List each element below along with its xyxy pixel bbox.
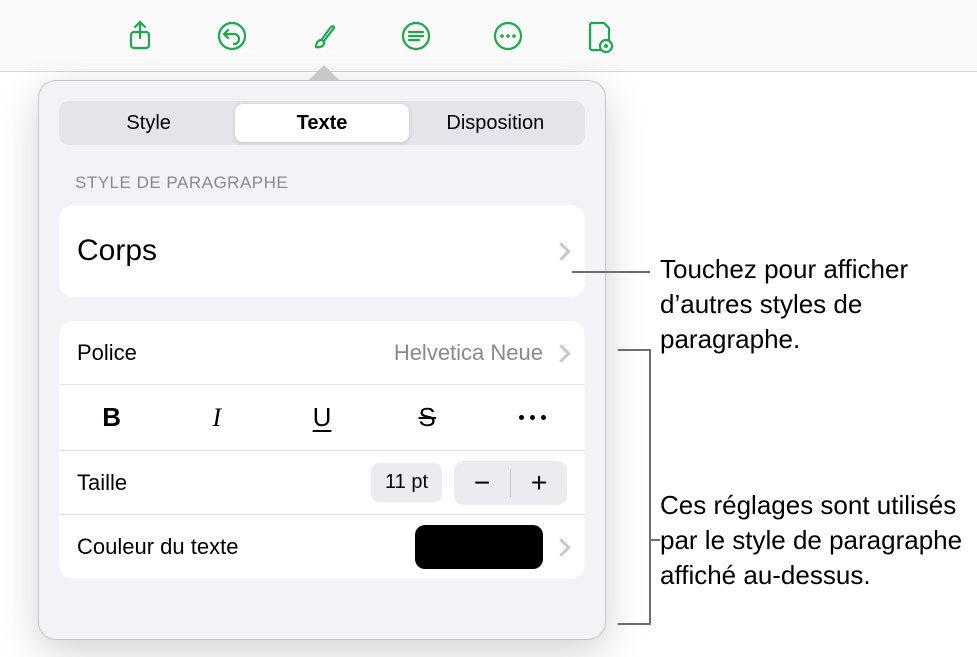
more-button[interactable] xyxy=(486,14,530,58)
size-value[interactable]: 11 pt xyxy=(371,463,442,502)
text-color-label: Couleur du texte xyxy=(77,534,238,560)
format-button[interactable] xyxy=(302,14,346,58)
popover-arrow xyxy=(310,66,338,80)
italic-button[interactable]: I xyxy=(164,385,269,450)
dot-icon xyxy=(519,415,524,420)
chevron-right-icon xyxy=(555,241,567,261)
share-button[interactable] xyxy=(118,14,162,58)
strikethrough-button[interactable]: S xyxy=(375,385,480,450)
top-toolbar xyxy=(0,0,977,72)
size-stepper: − + xyxy=(454,461,567,505)
more-text-options-button[interactable] xyxy=(480,385,585,450)
document-options-button[interactable] xyxy=(578,14,622,58)
tab-style[interactable]: Style xyxy=(62,104,235,142)
callout-paragraph-styles: Touchez pour afficher d’autres styles de… xyxy=(660,252,977,357)
size-label: Taille xyxy=(77,470,127,496)
font-value: Helvetica Neue xyxy=(394,340,543,366)
paragraph-style-header: STYLE DE PARAGRAPHE xyxy=(75,173,585,193)
underline-button[interactable]: U xyxy=(269,385,374,450)
paragraph-style-row[interactable]: Corps xyxy=(59,205,585,297)
text-color-row[interactable]: Couleur du texte xyxy=(59,515,585,579)
tab-text[interactable]: Texte xyxy=(235,104,408,142)
dot-icon xyxy=(541,415,546,420)
paragraph-style-name: Corps xyxy=(77,234,157,268)
size-decrease-button[interactable]: − xyxy=(454,461,510,505)
tab-layout[interactable]: Disposition xyxy=(409,104,582,142)
text-style-row: B I U S xyxy=(59,385,585,451)
chevron-right-icon xyxy=(555,343,567,363)
format-popover: Style Texte Disposition STYLE DE PARAGRA… xyxy=(38,80,606,640)
undo-button[interactable] xyxy=(210,14,254,58)
text-settings-card: Police Helvetica Neue B I U S Taille 11 … xyxy=(59,321,585,579)
callout-settings: Ces réglages sont utilisés par le style … xyxy=(660,488,977,593)
size-row: Taille 11 pt − + xyxy=(59,451,585,515)
size-increase-button[interactable]: + xyxy=(511,461,567,505)
chevron-right-icon xyxy=(555,537,567,557)
font-label: Police xyxy=(77,340,137,366)
paragraph-style-card: Corps xyxy=(59,205,585,297)
insert-button[interactable] xyxy=(394,14,438,58)
format-tabs: Style Texte Disposition xyxy=(59,101,585,145)
bold-button[interactable]: B xyxy=(59,385,164,450)
size-controls: 11 pt − + xyxy=(371,461,567,505)
font-row[interactable]: Police Helvetica Neue xyxy=(59,321,585,385)
text-color-swatch[interactable] xyxy=(415,525,543,569)
dot-icon xyxy=(530,415,535,420)
